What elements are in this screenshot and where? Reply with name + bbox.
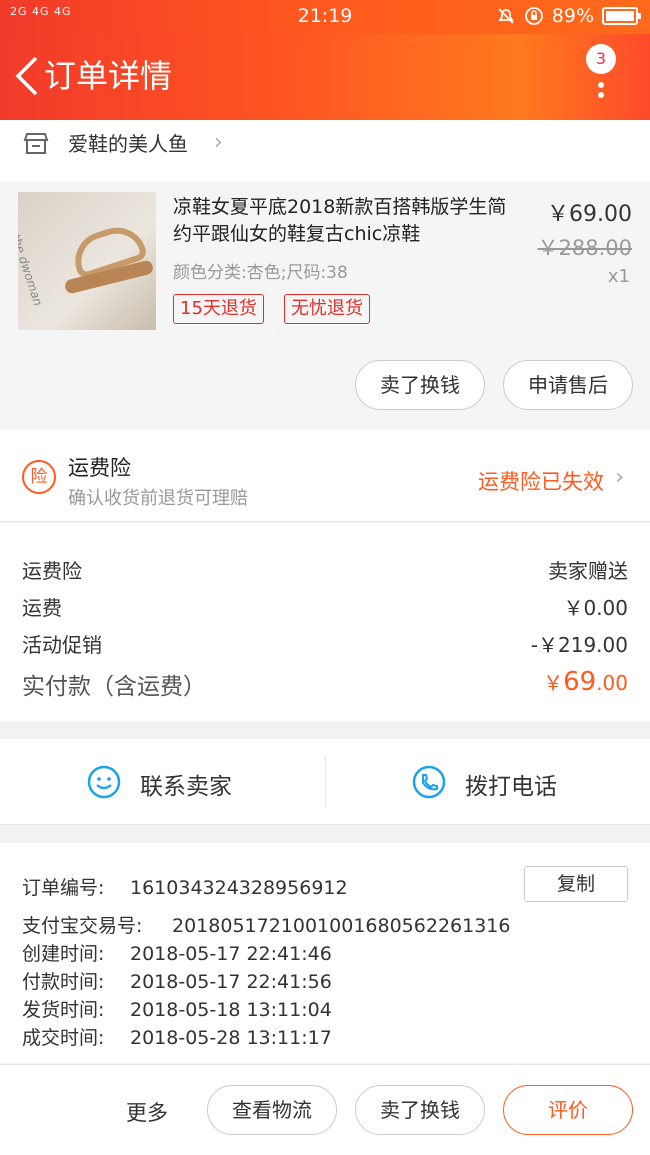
store-icon <box>23 133 49 154</box>
after-sale-button[interactable]: 申请售后 <box>503 360 633 410</box>
shipped-label: 发货时间: <box>22 999 105 1021</box>
fee-row: 活动促销 -￥219.00 <box>22 629 628 658</box>
nav-bar: 订单详情 3 <box>0 34 650 120</box>
product-image[interactable]: the dwoman <box>18 192 156 330</box>
product-quantity: x1 <box>607 266 630 287</box>
copy-button[interactable]: 复制 <box>524 866 628 902</box>
mute-bell-icon <box>498 8 514 24</box>
product-price: ￥69.00 <box>547 202 632 227</box>
fee-row: 运费险 卖家赠送 <box>22 555 628 584</box>
closed-value: 2018-05-28 13:11:17 <box>130 1027 332 1049</box>
call-phone-button[interactable]: 拨打电话 <box>325 739 650 825</box>
page-title: 订单详情 <box>44 57 173 95</box>
resell-bottom-button[interactable]: 卖了换钱 <box>355 1085 485 1135</box>
shop-name: 爱鞋的美人鱼 <box>68 132 188 156</box>
tag-worry-free-return: 无忧退货 <box>284 294 370 324</box>
fee-label: 运费险 <box>22 559 82 583</box>
bottom-action-bar: 更多 查看物流 卖了换钱 评价 <box>0 1064 650 1155</box>
created-value: 2018-05-17 22:41:46 <box>130 943 332 965</box>
more-button[interactable]: 更多 <box>126 1097 168 1127</box>
shop-row[interactable]: 爱鞋的美人鱼 › <box>0 120 650 182</box>
fee-value: ￥0.00 <box>563 596 628 620</box>
more-dots-icon <box>598 82 604 104</box>
total-value: ￥69.00 <box>543 667 628 697</box>
shipping-insurance-row[interactable]: 险 运费险 确认收货前退货可理赔 运费险已失效 › <box>0 430 650 522</box>
shipped-row: 发货时间: 2018-05-18 13:11:04 <box>22 995 332 1022</box>
alipay-row: 支付宝交易号: 2018051721001001680562261316 <box>22 911 510 938</box>
tag-15-day-return: 15天退货 <box>173 294 264 324</box>
alipay-value: 2018051721001001680562261316 <box>172 915 511 937</box>
contact-seller-button[interactable]: 联系卖家 <box>0 739 325 825</box>
resell-button[interactable]: 卖了换钱 <box>355 360 485 410</box>
total-integer: 69 <box>563 667 597 697</box>
product-title[interactable]: 凉鞋女夏平底2018新款百搭韩版学生简约平跟仙女的鞋复古chic凉鞋 <box>173 194 513 248</box>
view-logistics-button[interactable]: 查看物流 <box>207 1085 337 1135</box>
closed-label: 成交时间: <box>22 1027 105 1049</box>
order-info: 订单编号: 161034324328956912 复制 支付宝交易号: 201805… <box>0 843 650 1063</box>
order-number-value: 161034324328956912 <box>130 877 348 899</box>
message-badge: 3 <box>586 44 616 74</box>
rotation-lock-icon <box>524 7 543 25</box>
order-item[interactable]: the dwoman 凉鞋女夏平底2018新款百搭韩版学生简约平跟仙女的鞋复古c… <box>0 182 650 430</box>
total-row: 实付款（含运费） ￥69.00 <box>22 667 628 701</box>
fee-label: 活动促销 <box>22 633 102 657</box>
chevron-right-icon: › <box>214 130 223 155</box>
shipped-value: 2018-05-18 13:11:04 <box>130 999 332 1021</box>
contact-bar: 联系卖家 拨打电话 <box>0 739 650 825</box>
battery-icon <box>602 7 641 25</box>
review-button[interactable]: 评价 <box>503 1085 633 1135</box>
product-sku: 颜色分类:杏色;尺码:38 <box>173 263 348 283</box>
insurance-status: 运费险已失效 <box>478 470 604 494</box>
fee-value: 卖家赠送 <box>548 559 628 583</box>
product-image-text: the dwoman <box>18 232 46 308</box>
paid-label: 付款时间: <box>22 971 105 993</box>
insurance-title: 运费险 <box>68 456 131 480</box>
status-bar: 2G 4G 4G 21:19 89% <box>0 0 650 34</box>
closed-row: 成交时间: 2018-05-28 13:11:17 <box>22 1023 332 1050</box>
phone-icon <box>412 765 446 799</box>
order-number-row: 订单编号: 161034324328956912 <box>22 873 348 900</box>
battery-percent: 89% <box>551 5 594 27</box>
insurance-subtitle: 确认收货前退货可理赔 <box>68 488 248 509</box>
call-phone-label: 拨打电话 <box>465 774 557 800</box>
fee-row: 运费 ￥0.00 <box>22 592 628 621</box>
paid-value: 2018-05-17 22:41:56 <box>130 971 332 993</box>
total-label: 实付款（含运费） <box>22 674 206 700</box>
alipay-label: 支付宝交易号: <box>22 915 143 937</box>
contact-seller-label: 联系卖家 <box>140 774 232 800</box>
chat-smile-icon <box>87 765 121 799</box>
battery-fill <box>606 11 634 21</box>
order-number-label: 订单编号: <box>22 877 105 899</box>
fee-value: -￥219.00 <box>530 633 628 657</box>
total-decimal: .00 <box>596 671 628 695</box>
created-row: 创建时间: 2018-05-17 22:41:46 <box>22 939 332 966</box>
insurance-icon: 险 <box>22 460 56 494</box>
fee-summary: 运费险 卖家赠送 运费 ￥0.00 活动促销 -￥219.00 实付款（含运费）… <box>0 523 650 721</box>
back-arrow-icon[interactable] <box>10 54 44 98</box>
created-label: 创建时间: <box>22 943 105 965</box>
paid-row: 付款时间: 2018-05-17 22:41:56 <box>22 967 332 994</box>
status-right: 89% <box>496 5 641 27</box>
chevron-right-icon: › <box>615 465 624 490</box>
more-menu-button[interactable]: 3 <box>584 44 620 114</box>
total-currency: ￥ <box>543 671 564 695</box>
fee-label: 运费 <box>22 596 62 620</box>
product-original-price: ￥288.00 <box>537 236 632 260</box>
